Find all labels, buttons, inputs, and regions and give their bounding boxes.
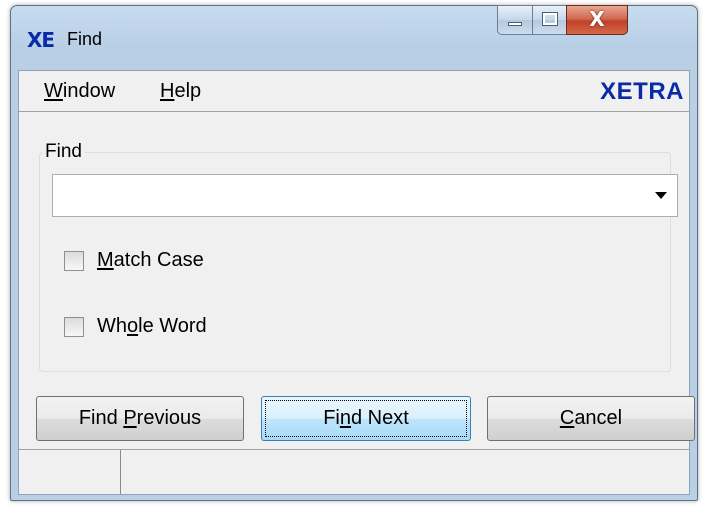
status-cell-2: [121, 450, 689, 493]
find-previous-label-post: revious: [136, 407, 202, 429]
cancel-label: Cancel: [560, 407, 622, 429]
dialog-client-area: Window Help XETRA Find Match Case Whole …: [18, 70, 695, 495]
minimize-button[interactable]: [497, 5, 533, 35]
menu-window-mnemonic: W: [44, 80, 63, 102]
match-case-mnemonic: M: [97, 249, 114, 271]
menu-help-mnemonic: H: [160, 80, 175, 102]
find-next-label: Find Next: [323, 407, 409, 429]
status-bar: [19, 449, 689, 494]
status-cell-1: [19, 450, 120, 493]
find-next-label-pre: Fi: [323, 407, 340, 429]
close-icon: X: [589, 7, 605, 31]
whole-word-label[interactable]: Whole Word: [97, 315, 207, 338]
cancel-button[interactable]: Cancel: [487, 396, 695, 441]
find-combobox[interactable]: [52, 174, 678, 217]
whole-word-checkbox[interactable]: [64, 317, 84, 337]
whole-word-label-pre: Wh: [97, 315, 127, 337]
match-case-checkbox[interactable]: [64, 251, 84, 271]
whole-word-mnemonic: o: [127, 315, 139, 337]
find-input[interactable]: [53, 175, 643, 216]
find-window: XE Find X Window Help XETRA Find Match C…: [10, 5, 698, 501]
menu-help-label: elp: [174, 80, 202, 102]
find-previous-label: Find Previous: [79, 407, 201, 429]
find-next-label-post: d Next: [350, 407, 409, 429]
title-bar[interactable]: XE Find X: [11, 5, 697, 70]
maximize-button[interactable]: [532, 5, 567, 35]
cancel-label-post: ancel: [574, 407, 623, 429]
find-previous-mnemonic: P: [123, 407, 137, 429]
find-next-mnemonic: n: [339, 407, 351, 429]
match-case-label[interactable]: Match Case: [97, 249, 204, 272]
menu-bar: Window Help XETRA: [19, 71, 689, 112]
app-logo-icon: XE: [27, 28, 55, 52]
minimize-icon: [508, 22, 522, 26]
dropdown-arrow-icon[interactable]: [655, 192, 667, 199]
whole-word-label-post: le Word: [138, 315, 207, 337]
close-button[interactable]: X: [566, 5, 628, 35]
menu-window[interactable]: Window: [44, 80, 115, 103]
brand-logo: XETRA: [600, 78, 684, 105]
menu-window-label: indow: [62, 80, 116, 102]
find-previous-button[interactable]: Find Previous: [36, 396, 244, 441]
maximize-icon: [542, 12, 558, 26]
cancel-mnemonic: C: [559, 407, 575, 429]
find-group-label: Find: [42, 141, 85, 163]
menu-help[interactable]: Help: [160, 80, 201, 103]
find-next-button[interactable]: Find Next: [261, 396, 471, 441]
find-previous-label-pre: Find: [78, 407, 124, 429]
window-title: Find: [67, 29, 103, 49]
match-case-label-post: atch Case: [113, 249, 204, 271]
